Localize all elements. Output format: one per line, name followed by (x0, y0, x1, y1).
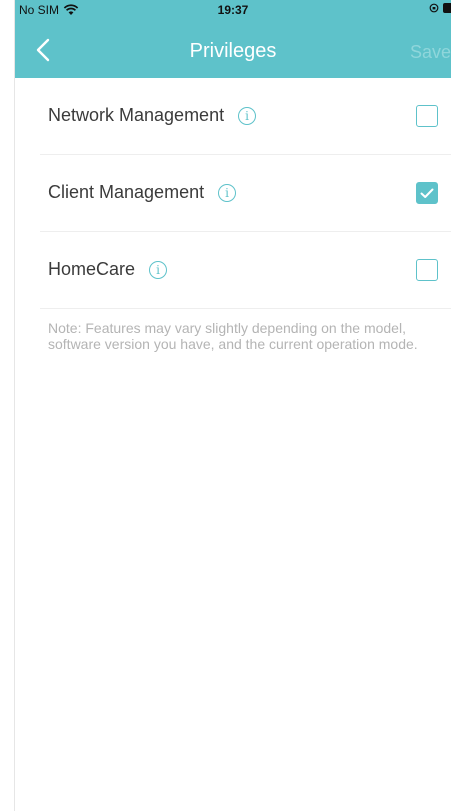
status-indicators (429, 3, 451, 13)
battery-icon (443, 3, 451, 13)
privilege-label: Network Management (48, 105, 225, 125)
info-icon[interactable]: i (238, 106, 257, 125)
privilege-label: Client Management (48, 182, 205, 202)
features-note: Note: Features may vary slightly dependi… (48, 320, 418, 352)
client-management-checkbox[interactable] (416, 182, 438, 204)
nav-bar: Privileges Save (15, 22, 451, 78)
privileges-list: Network Management i Client Management i… (15, 78, 451, 309)
homecare-checkbox[interactable] (416, 259, 438, 281)
privilege-label-group: Client Management i (48, 182, 237, 203)
privileges-screen: No SIM 19:37 Privileges Save Network Man… (0, 0, 451, 811)
info-icon[interactable]: i (149, 260, 168, 279)
privilege-row-homecare[interactable]: HomeCare i (40, 232, 451, 309)
privilege-label: HomeCare (48, 259, 136, 279)
info-icon[interactable]: i (218, 183, 237, 202)
privilege-row-network-management[interactable]: Network Management i (40, 78, 451, 155)
privilege-label-group: HomeCare i (48, 259, 168, 280)
page-title: Privileges (189, 40, 277, 62)
save-button[interactable]: Save (410, 42, 451, 63)
orientation-lock-icon (429, 3, 439, 13)
network-management-checkbox[interactable] (416, 105, 438, 127)
checkmark-icon (420, 188, 434, 198)
privilege-row-client-management[interactable]: Client Management i (40, 155, 451, 232)
status-time: 19:37 (217, 3, 249, 17)
status-bar: No SIM 19:37 (15, 0, 451, 22)
privilege-label-group: Network Management i (48, 105, 257, 126)
header: No SIM 19:37 Privileges Save (15, 0, 451, 78)
